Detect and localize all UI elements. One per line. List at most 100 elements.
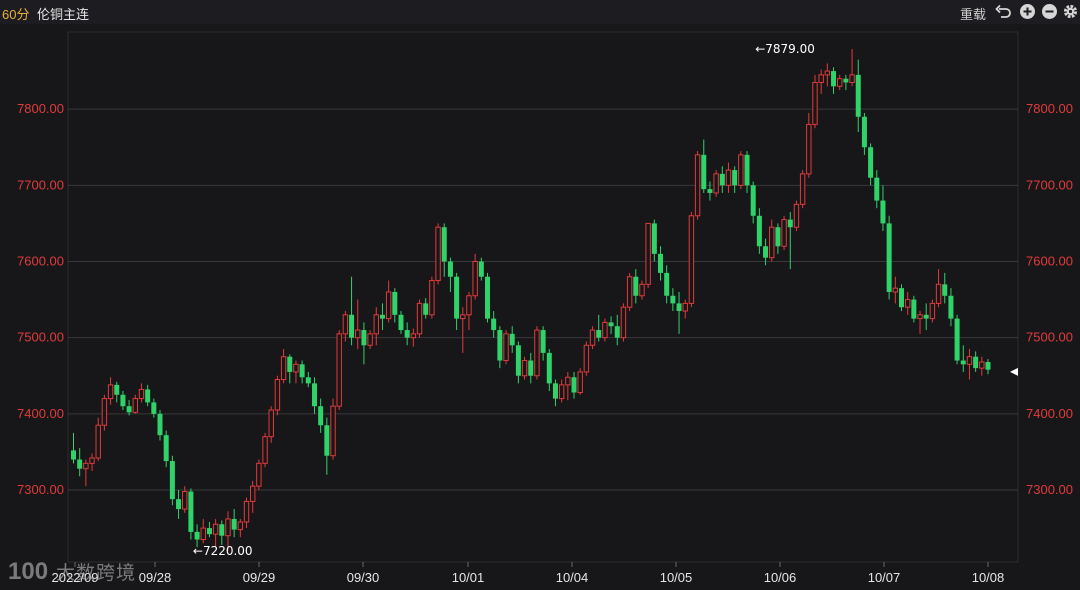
- candle: [447, 257, 453, 292]
- candle: [954, 314, 960, 365]
- x-tick-label: 10/08: [972, 570, 1005, 585]
- candle: [392, 288, 398, 323]
- candle: [843, 74, 849, 91]
- candle: [324, 417, 330, 475]
- candle: [293, 360, 299, 384]
- candle: [169, 455, 175, 506]
- y-tick-label-right: 7600.00: [1026, 253, 1073, 268]
- candle: [676, 291, 682, 334]
- candle: [799, 170, 806, 209]
- svg-text:100: 100: [8, 558, 48, 585]
- candle: [973, 351, 979, 372]
- candle: [725, 162, 732, 193]
- candle: [658, 246, 664, 281]
- candle: [454, 272, 460, 331]
- zoom-in-icon[interactable]: [1019, 3, 1036, 20]
- low-annotation: ←7220.00: [193, 544, 253, 558]
- last-price-marker: [1010, 367, 1018, 376]
- candle: [89, 453, 95, 471]
- candle: [515, 341, 521, 384]
- candle: [83, 459, 89, 487]
- x-tick-label: 10/06: [764, 570, 797, 585]
- candle: [639, 280, 645, 300]
- candle: [966, 349, 973, 380]
- candle: [336, 330, 342, 411]
- candle: [565, 371, 571, 401]
- candle: [157, 410, 163, 441]
- candle: [917, 311, 923, 334]
- candle: [744, 151, 750, 193]
- undo-icon[interactable]: [995, 3, 1012, 20]
- candle: [812, 74, 818, 129]
- candle: [935, 269, 942, 308]
- candle: [874, 170, 880, 209]
- candle: [892, 276, 899, 304]
- candle: [398, 311, 404, 334]
- candle: [583, 341, 590, 376]
- candle: [231, 509, 237, 538]
- candle: [429, 276, 435, 319]
- candle: [571, 371, 577, 399]
- period-selector[interactable]: 60分: [2, 4, 29, 23]
- candle: [95, 417, 101, 462]
- candle: [713, 170, 719, 197]
- candle: [361, 322, 367, 365]
- candle: [163, 430, 169, 468]
- candle: [620, 303, 627, 342]
- reload-button[interactable]: 重载: [960, 4, 986, 23]
- candle: [528, 352, 534, 384]
- candle: [268, 406, 274, 443]
- candle: [355, 299, 361, 350]
- candle: [670, 288, 676, 312]
- candle: [503, 330, 509, 365]
- candle: [837, 74, 843, 91]
- candle: [138, 383, 145, 403]
- candle: [521, 356, 528, 380]
- candles: [71, 48, 991, 551]
- candle: [126, 400, 132, 416]
- y-tick-label-right: 7400.00: [1026, 406, 1073, 421]
- candlestick-chart[interactable]: 7300.00 7400.00 7500.00 7600.00 7700.00 7800.…: [0, 24, 1080, 590]
- candle: [107, 377, 114, 405]
- gear-icon[interactable]: [1062, 3, 1079, 20]
- candle: [614, 314, 620, 346]
- candle: [806, 112, 812, 178]
- candle: [441, 223, 447, 277]
- candle: [701, 139, 707, 193]
- y-tick-label-left: 7500.00: [17, 330, 64, 345]
- candle: [101, 394, 108, 431]
- candle: [367, 330, 373, 350]
- plot-frame: [67, 31, 1019, 563]
- candle: [287, 354, 293, 384]
- x-tick-label: 10/04: [556, 570, 589, 585]
- candle: [849, 48, 855, 87]
- candle: [923, 303, 929, 331]
- candle: [349, 276, 355, 346]
- candle: [738, 151, 744, 190]
- candle: [589, 326, 596, 350]
- y-tick-label-left: 7700.00: [17, 177, 64, 192]
- candle: [942, 272, 948, 304]
- watermark-text: 大数跨境: [56, 562, 137, 584]
- candle: [868, 143, 874, 186]
- candle: [781, 215, 787, 251]
- candle: [379, 303, 385, 331]
- candle: [200, 518, 206, 544]
- candle: [948, 288, 954, 327]
- candle: [484, 272, 490, 323]
- candle: [818, 69, 824, 94]
- candle: [769, 219, 775, 262]
- candle: [985, 358, 991, 375]
- candle: [318, 398, 324, 433]
- zoom-out-icon[interactable]: [1041, 3, 1058, 20]
- candle: [534, 326, 540, 380]
- x-tick-label: 10/07: [868, 570, 901, 585]
- candle: [756, 208, 762, 254]
- candle: [71, 432, 76, 464]
- candle: [546, 349, 552, 391]
- instrument-title: 伦铜主连: [37, 7, 90, 22]
- toolbar: 60分 伦铜主连 重载: [0, 0, 1080, 24]
- candle: [472, 253, 478, 300]
- candle: [787, 211, 793, 270]
- candle: [688, 211, 695, 308]
